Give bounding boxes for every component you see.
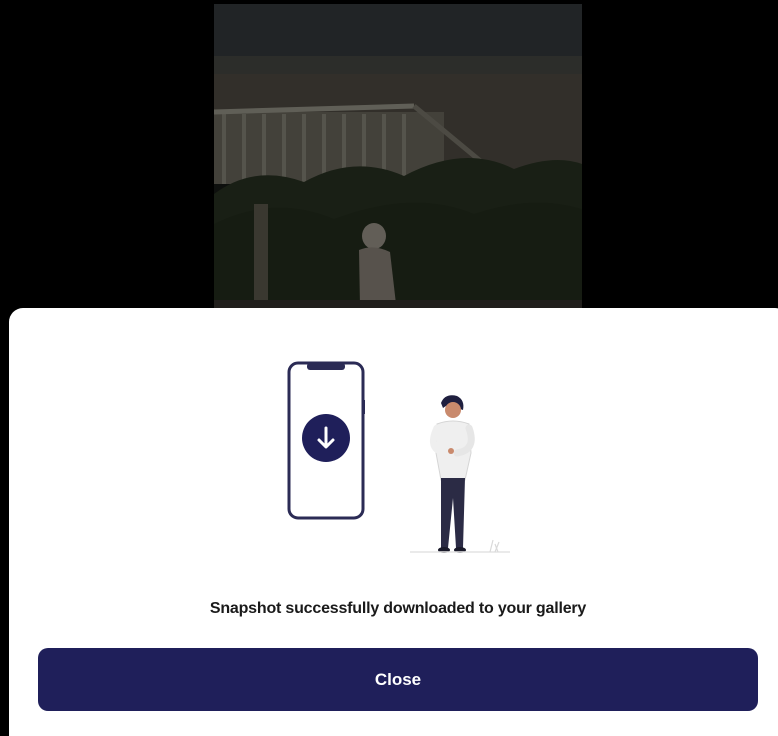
close-button[interactable]: Close (38, 648, 758, 711)
person-figure (410, 395, 510, 553)
download-illustration (285, 358, 525, 563)
dim-overlay (214, 4, 582, 314)
snapshot-preview (214, 4, 582, 314)
success-message: Snapshot successfully downloaded to your… (209, 600, 587, 617)
arrow-down-icon (302, 414, 350, 462)
screen: Snapshot successfully downloaded to your… (0, 0, 778, 736)
download-success-sheet: Snapshot successfully downloaded to your… (9, 308, 778, 736)
